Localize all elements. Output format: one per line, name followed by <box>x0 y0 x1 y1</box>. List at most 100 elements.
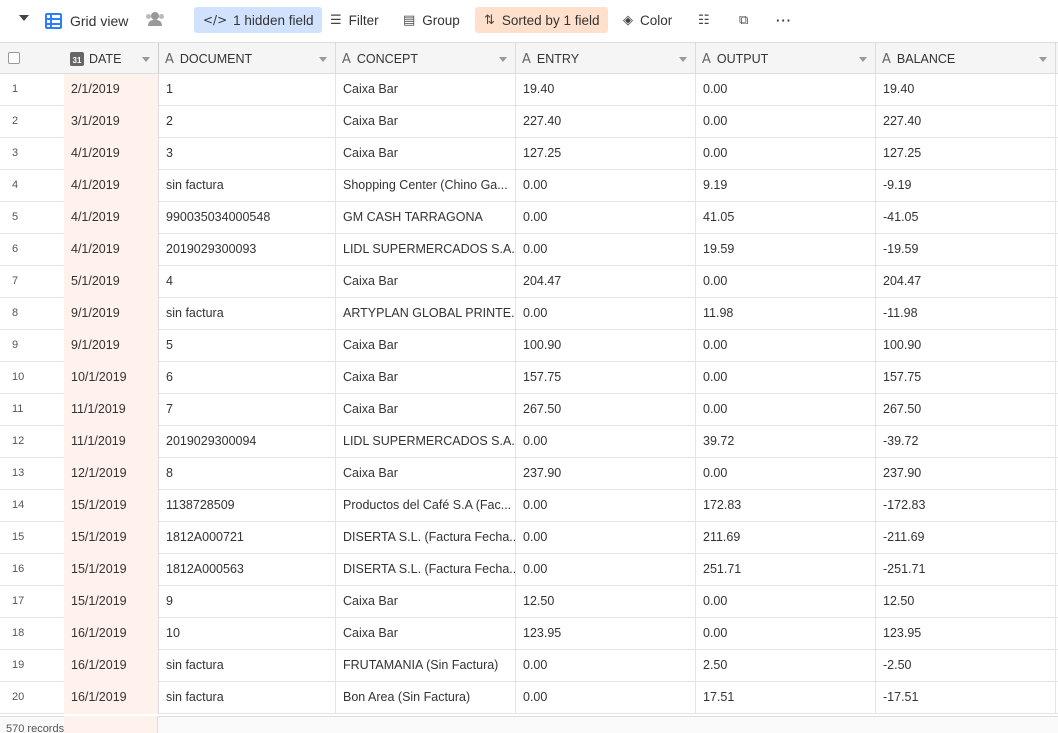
row-number[interactable]: 17 <box>0 586 64 618</box>
cell-concept[interactable]: LIDL SUPERMERCADOS S.A... <box>336 234 516 266</box>
cell-output[interactable]: 41.05 <box>696 202 876 234</box>
cell-concept[interactable]: Caixa Bar <box>336 74 516 106</box>
cell-concept[interactable]: ARTYPLAN GLOBAL PRINTE... <box>336 298 516 330</box>
row-number[interactable]: 16 <box>0 554 64 586</box>
cell-balance[interactable]: -172.83 <box>876 490 1056 522</box>
column-header-concept[interactable]: A CONCEPT <box>336 43 516 75</box>
row-number[interactable]: 3 <box>0 138 64 170</box>
cell-entry[interactable]: 267.50 <box>516 394 696 426</box>
cell-output[interactable]: 17.51 <box>696 682 876 714</box>
cell-date[interactable]: 4/1/2019 <box>64 234 159 266</box>
chevron-down-icon[interactable] <box>679 57 687 62</box>
table-row[interactable]: 3 4/1/2019 3 Caixa Bar 127.25 0.00 127.25 <box>0 138 1058 170</box>
table-row[interactable]: 8 9/1/2019 sin factura ARTYPLAN GLOBAL PRIN… <box>0 298 1058 330</box>
cell-date[interactable]: 10/1/2019 <box>64 362 159 394</box>
cell-date[interactable]: 11/1/2019 <box>64 426 159 458</box>
cell-concept[interactable]: DISERTA S.L. (Factura Fecha... <box>336 554 516 586</box>
cell-document[interactable]: 6 <box>159 362 336 394</box>
cell-date[interactable]: 15/1/2019 <box>64 554 159 586</box>
cell-entry[interactable]: 127.25 <box>516 138 696 170</box>
cell-date[interactable]: 5/1/2019 <box>64 266 159 298</box>
cell-balance[interactable]: 227.40 <box>876 106 1056 138</box>
color-button[interactable]: ◈ Color <box>623 7 672 33</box>
cell-concept[interactable]: Caixa Bar <box>336 138 516 170</box>
cell-document[interactable]: 1138728509 <box>159 490 336 522</box>
cell-entry[interactable]: 237.90 <box>516 458 696 490</box>
cell-document[interactable]: 2019029300094 <box>159 426 336 458</box>
cell-balance[interactable]: -211.69 <box>876 522 1056 554</box>
share-view-button[interactable]: ⧉ <box>739 7 755 33</box>
hidden-fields-button[interactable]: </> 1 hidden field <box>194 7 323 33</box>
row-height-button[interactable]: ☷ <box>698 7 717 33</box>
cell-document[interactable]: 1812A000563 <box>159 554 336 586</box>
row-number[interactable]: 11 <box>0 394 64 426</box>
cell-entry[interactable]: 0.00 <box>516 490 696 522</box>
cell-concept[interactable]: Caixa Bar <box>336 362 516 394</box>
cell-concept[interactable]: Bon Area (Sin Factura) <box>336 682 516 714</box>
cell-output[interactable]: 0.00 <box>696 618 876 650</box>
cell-output[interactable]: 0.00 <box>696 394 876 426</box>
cell-date[interactable]: 16/1/2019 <box>64 650 159 682</box>
cell-balance[interactable]: -2.50 <box>876 650 1056 682</box>
cell-output[interactable]: 39.72 <box>696 426 876 458</box>
table-row[interactable]: 5 4/1/2019 990035034000548 GM CASH TARRAGON… <box>0 202 1058 234</box>
table-row[interactable]: 7 5/1/2019 4 Caixa Bar 204.47 0.00 204.47 <box>0 266 1058 298</box>
cell-concept[interactable]: Caixa Bar <box>336 266 516 298</box>
column-header-entry[interactable]: A ENTRY <box>516 43 696 75</box>
cell-document[interactable]: 8 <box>159 458 336 490</box>
cell-document[interactable]: sin factura <box>159 682 336 714</box>
cell-balance[interactable]: -41.05 <box>876 202 1056 234</box>
row-number[interactable]: 19 <box>0 650 64 682</box>
cell-output[interactable]: 0.00 <box>696 586 876 618</box>
cell-entry[interactable]: 157.75 <box>516 362 696 394</box>
cell-balance[interactable]: 237.90 <box>876 458 1056 490</box>
table-row[interactable]: 13 12/1/2019 8 Caixa Bar 237.90 0.00 237.90 <box>0 458 1058 490</box>
cell-balance[interactable]: -19.59 <box>876 234 1056 266</box>
cell-output[interactable]: 11.98 <box>696 298 876 330</box>
cell-entry[interactable]: 123.95 <box>516 618 696 650</box>
chevron-down-icon[interactable] <box>319 57 327 62</box>
cell-concept[interactable]: Caixa Bar <box>336 394 516 426</box>
chevron-down-icon[interactable] <box>1039 57 1047 62</box>
cell-date[interactable]: 4/1/2019 <box>64 202 159 234</box>
cell-balance[interactable]: -251.71 <box>876 554 1056 586</box>
table-row[interactable]: 4 4/1/2019 sin factura Shopping Center (Chi… <box>0 170 1058 202</box>
cell-concept[interactable]: Productos del Café S.A (Fac... <box>336 490 516 522</box>
cell-date[interactable]: 2/1/2019 <box>64 74 159 106</box>
cell-entry[interactable]: 100.90 <box>516 330 696 362</box>
cell-date[interactable]: 15/1/2019 <box>64 490 159 522</box>
cell-date[interactable]: 12/1/2019 <box>64 458 159 490</box>
cell-output[interactable]: 0.00 <box>696 106 876 138</box>
cell-document[interactable]: 9 <box>159 586 336 618</box>
cell-balance[interactable]: 127.25 <box>876 138 1056 170</box>
cell-balance[interactable]: -9.19 <box>876 170 1056 202</box>
table-row[interactable]: 20 16/1/2019 sin factura Bon Area (Sin Fact… <box>0 682 1058 714</box>
cell-concept[interactable]: Shopping Center (Chino Ga... <box>336 170 516 202</box>
column-header-output[interactable]: A OUTPUT <box>696 43 876 75</box>
group-button[interactable]: ▤ Group <box>403 7 460 33</box>
cell-concept[interactable]: Caixa Bar <box>336 618 516 650</box>
row-number[interactable]: 18 <box>0 618 64 650</box>
cell-concept[interactable]: LIDL SUPERMERCADOS S.A... <box>336 426 516 458</box>
cell-document[interactable]: 1 <box>159 74 336 106</box>
cell-date[interactable]: 9/1/2019 <box>64 330 159 362</box>
cell-document[interactable]: 990035034000548 <box>159 202 336 234</box>
cell-output[interactable]: 19.59 <box>696 234 876 266</box>
cell-entry[interactable]: 0.00 <box>516 554 696 586</box>
column-header-balance[interactable]: A BALANCE <box>876 43 1056 75</box>
cell-concept[interactable]: FRUTAMANIA (Sin Factura) <box>336 650 516 682</box>
cell-entry[interactable]: 0.00 <box>516 234 696 266</box>
table-row[interactable]: 1 2/1/2019 1 Caixa Bar 19.40 0.00 19.40 <box>0 74 1058 106</box>
cell-document[interactable]: 2019029300093 <box>159 234 336 266</box>
table-row[interactable]: 17 15/1/2019 9 Caixa Bar 12.50 0.00 12.50 <box>0 586 1058 618</box>
cell-output[interactable]: 9.19 <box>696 170 876 202</box>
cell-output[interactable]: 251.71 <box>696 554 876 586</box>
row-number[interactable]: 20 <box>0 682 64 714</box>
cell-entry[interactable]: 0.00 <box>516 650 696 682</box>
view-menu-caret-icon[interactable] <box>19 15 29 21</box>
cell-balance[interactable]: 100.90 <box>876 330 1056 362</box>
cell-document[interactable]: sin factura <box>159 650 336 682</box>
chevron-down-icon[interactable] <box>142 57 150 62</box>
table-row[interactable]: 6 4/1/2019 2019029300093 LIDL SUPERMERCADOS… <box>0 234 1058 266</box>
cell-document[interactable]: sin factura <box>159 170 336 202</box>
